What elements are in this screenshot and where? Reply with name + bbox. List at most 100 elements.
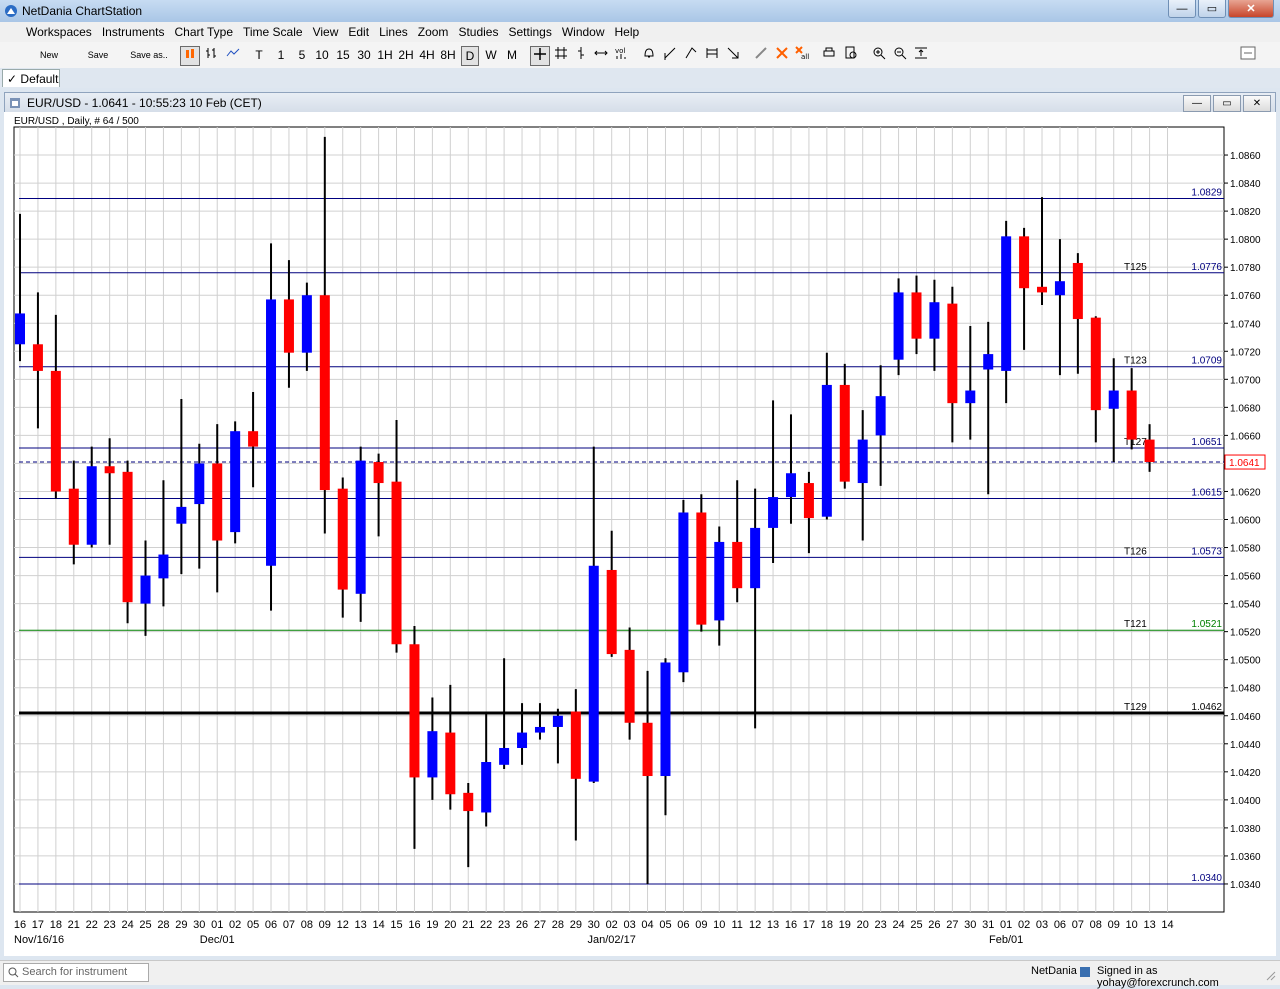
arrow-tool-icon[interactable] [724,46,742,64]
timescale-30m[interactable]: 30 [355,46,373,64]
instrument-search-input[interactable]: Search for instrument [3,963,149,982]
menu-view[interactable]: View [308,22,344,39]
save-button[interactable]: Save [86,46,110,64]
timescale-weekly[interactable]: W [483,46,499,64]
horizontal-line-tag: T126 [1124,546,1147,557]
x-tick-label: 10 [713,919,725,931]
horizontal-line-price-label: 1.0829 [1191,187,1222,198]
grid-icon[interactable] [552,46,570,64]
menu-time-scale[interactable]: Time Scale [238,22,308,39]
timescale-1m[interactable]: 1 [274,46,288,64]
horizontal-line-price-label: 1.0651 [1191,437,1222,448]
close-button[interactable]: ✕ [1228,0,1274,18]
y-tick-label: 1.0620 [1230,487,1261,498]
x-tick-label: 01 [211,919,223,931]
candlestick-chart-icon[interactable] [180,46,200,66]
candle-body [678,512,689,673]
candle-body [696,512,707,625]
candle-body [248,431,259,447]
menu-window[interactable]: Window [557,22,610,39]
menu-settings[interactable]: Settings [503,22,556,39]
chart-window-titlebar: EUR/USD - 1.0641 - 10:55:23 10 Feb (CET)… [5,93,1275,113]
candle-body [624,649,635,723]
x-tick-label: 09 [695,919,707,931]
x-tick-label: 06 [677,919,689,931]
maximize-button[interactable]: ▭ [1198,0,1226,18]
y-tick-label: 1.0480 [1230,684,1261,695]
candle-body [86,466,97,545]
timescale-8h[interactable]: 8H [439,46,457,64]
candle [230,421,241,544]
ray-tool-icon[interactable] [682,46,700,64]
chart-minimize-button[interactable]: — [1183,95,1211,112]
menu-help[interactable]: Help [610,22,645,39]
volume-icon[interactable]: vol [613,46,631,64]
x-tick-label: 18 [821,919,833,931]
panel-toggle-icon[interactable] [1238,46,1258,64]
alert-bell-icon[interactable] [641,46,657,64]
minimize-button[interactable]: — [1168,0,1196,18]
timescale-daily[interactable]: D [461,46,479,66]
y-tick-label: 1.0460 [1230,712,1261,723]
chart-close-button[interactable]: ✕ [1243,95,1271,112]
workspace-tab-label: Default [20,72,59,86]
x-tick-label: 01 [1000,919,1012,931]
scroll-arrows-icon[interactable] [592,46,610,64]
chart-restore-button[interactable]: ▭ [1213,95,1241,112]
x-tick-label: 18 [50,919,62,931]
candle-body [445,732,456,795]
zoom-out-icon[interactable] [891,46,909,64]
line-chart-icon[interactable] [224,46,242,64]
timescale-tick[interactable]: T [252,46,266,64]
timescale-5m[interactable]: 5 [295,46,309,64]
save-as-button[interactable]: Save as.. [128,46,170,64]
pencil-tool-icon[interactable] [752,46,770,64]
crosshair-icon[interactable] [530,46,550,66]
menu-lines[interactable]: Lines [374,22,413,39]
y-tick-label: 1.0740 [1230,319,1261,330]
timescale-10m[interactable]: 10 [313,46,331,64]
timescale-15m[interactable]: 15 [334,46,352,64]
horizontal-line-price-label: 1.0776 [1191,262,1222,273]
y-tick-label: 1.0440 [1230,740,1261,751]
new-button[interactable]: New [38,46,60,64]
price-chart[interactable]: EUR/USD , Daily, # 64 / 500 1.0829 1.0776… [4,112,1276,956]
fit-to-screen-icon[interactable] [912,46,930,64]
zoom-in-icon[interactable] [870,46,888,64]
menu-workspaces[interactable]: Workspaces [21,22,97,39]
timescale-monthly[interactable]: M [504,46,520,64]
x-tick-label: 02 [1018,919,1030,931]
horizontal-line-price-label: 1.0521 [1191,619,1222,630]
resize-grip-icon[interactable] [1264,969,1276,981]
timescale-1h[interactable]: 1H [376,46,394,64]
timescale-4h[interactable]: 4H [418,46,436,64]
timescale-2h[interactable]: 2H [397,46,415,64]
menu-zoom[interactable]: Zoom [413,22,454,39]
candle-body [409,644,420,778]
x-tick-label: 15 [390,919,402,931]
price-marker-icon[interactable] [573,46,589,64]
workspace-tab-default[interactable]: ✓ Default [2,69,60,87]
print-icon[interactable] [820,46,838,64]
delete-all-lines-icon[interactable]: all [794,46,812,64]
y-tick-label: 1.0340 [1230,880,1261,891]
candle-body [570,711,581,779]
horizontal-line-price-label: 1.0340 [1191,873,1222,884]
x-tick-label: 20 [444,919,456,931]
menu-chart-type[interactable]: Chart Type [170,22,238,39]
x-tick-label: 03 [1036,919,1048,931]
candle-body [911,292,922,339]
menu-edit[interactable]: Edit [343,22,374,39]
candle-body [104,466,115,474]
ohlc-chart-icon[interactable] [202,46,220,64]
menu-instruments[interactable]: Instruments [97,22,170,39]
candle-body [983,354,994,370]
trendline-tool-icon[interactable] [661,46,679,64]
y-tick-label: 1.0380 [1230,824,1261,835]
print-preview-icon[interactable] [842,46,860,64]
menu-studies[interactable]: Studies [453,22,503,39]
x-tick-label: 13 [767,919,779,931]
signed-in-icon [1080,967,1090,977]
fibonacci-tool-icon[interactable] [703,46,721,64]
delete-line-icon[interactable] [773,46,791,64]
